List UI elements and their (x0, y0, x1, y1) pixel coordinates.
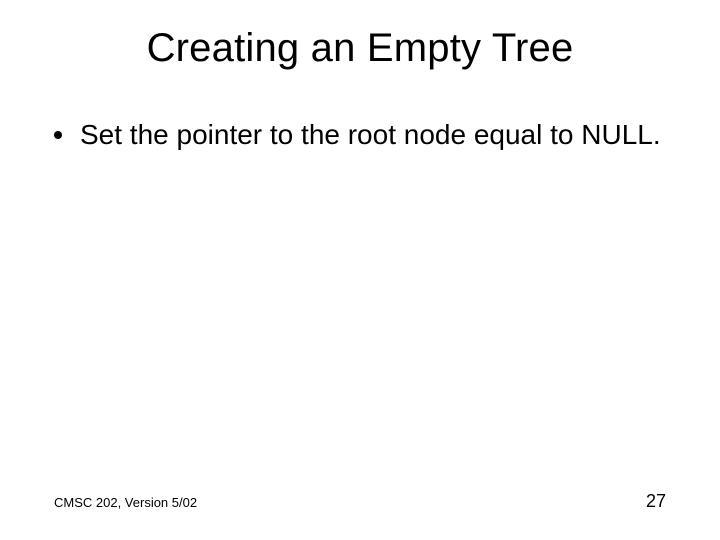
bullet-icon (54, 131, 62, 139)
footer-course-version: CMSC 202, Version 5/02 (54, 495, 197, 510)
list-item: Set the pointer to the root node equal t… (54, 118, 666, 152)
page-number: 27 (646, 491, 666, 512)
bullet-text: Set the pointer to the root node equal t… (80, 118, 666, 152)
slide-body: Set the pointer to the root node equal t… (54, 118, 666, 152)
slide-title: Creating an Empty Tree (0, 26, 720, 71)
slide: Creating an Empty Tree Set the pointer t… (0, 0, 720, 540)
